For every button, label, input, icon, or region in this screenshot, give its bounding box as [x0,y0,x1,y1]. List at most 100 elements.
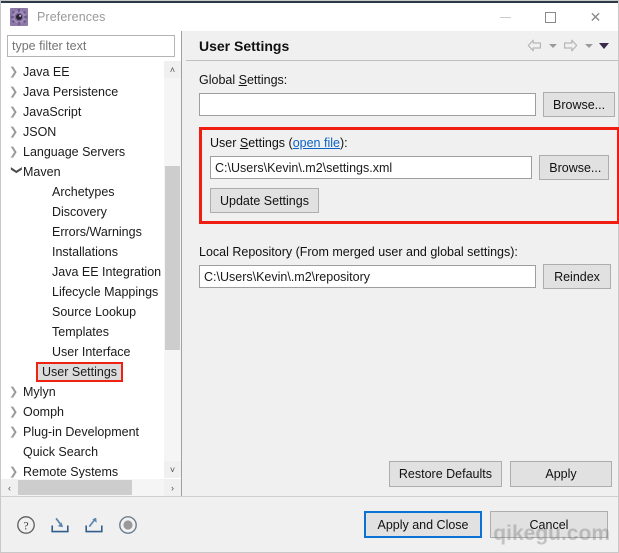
dialog-footer: ? Apply and Close Cancel qikegu.com [1,497,618,552]
user-settings-label-pre: User [210,136,240,150]
user-settings-label: User Settings (open file): [210,136,609,150]
import-icon[interactable] [49,514,71,536]
sidebar-item-discovery[interactable]: Discovery [1,202,163,222]
view-menu-icon[interactable] [597,36,610,55]
help-icon[interactable]: ? [15,514,37,536]
tree-horizontal-scrollbar[interactable]: ‹ › [1,478,181,496]
chevron-right-icon[interactable]: ❯ [9,426,23,438]
sidebar-item-java-persistence[interactable]: ❯ Java Persistence [1,82,163,102]
svg-text:?: ? [23,520,28,532]
scroll-up-icon[interactable]: ˄ [164,61,181,78]
horizontal-scroll-thumb[interactable] [18,480,132,495]
sidebar-item-label: Language Servers [23,145,126,159]
apply-and-close-button[interactable]: Apply and Close [364,511,482,538]
vertical-scroll-thumb[interactable] [165,166,180,350]
sidebar-item-label: Installations [52,245,119,259]
user-settings-row: Browse... [210,155,609,180]
chevron-right-icon[interactable]: ❯ [9,66,23,78]
sidebar-item-installations[interactable]: Installations [1,242,163,262]
sidebar-item-java-ee[interactable]: ❯ Java EE [1,62,163,82]
global-settings-input[interactable] [199,93,536,116]
local-repository-label: Local Repository (From merged user and g… [199,245,518,259]
export-icon[interactable] [83,514,105,536]
user-settings-browse-button[interactable]: Browse... [539,155,609,180]
chevron-right-icon[interactable]: ❯ [9,406,23,418]
cancel-button[interactable]: Cancel [490,511,608,538]
sidebar-item-templates[interactable]: Templates [1,322,163,342]
record-icon[interactable] [117,514,139,536]
scroll-left-icon[interactable]: ‹ [1,483,18,493]
footer-icon-group: ? [15,514,139,536]
open-file-link[interactable]: open file [293,136,340,150]
chevron-right-icon[interactable]: ❯ [9,126,23,138]
vertical-scroll-track[interactable] [164,78,181,461]
chevron-right-icon[interactable]: ❯ [9,106,23,118]
sidebar-item-language-servers[interactable]: ❯ Language Servers [1,142,163,162]
sidebar-item-json[interactable]: ❯ JSON [1,122,163,142]
sidebar-item-label: Mylyn [23,385,56,399]
page-header: User Settings [186,31,618,61]
sidebar-item-label: Oomph [23,405,64,419]
sidebar-item-quick-search[interactable]: Quick Search [1,442,163,462]
sidebar-item-oomph[interactable]: ❯ Oomph [1,402,163,422]
global-settings-browse-button[interactable]: Browse... [543,92,616,117]
sidebar-item-maven[interactable]: ❯ Maven [1,162,163,182]
horizontal-scroll-track[interactable] [18,479,164,496]
forward-arrow-icon[interactable] [561,36,580,55]
user-settings-input[interactable] [210,156,533,179]
tree-vertical-scrollbar[interactable]: ˄ ˅ [163,61,181,478]
sidebar-item-label: Remote Systems [23,465,119,478]
sidebar-item-java-ee-integration[interactable]: Java EE Integration [1,262,163,282]
chevron-right-icon[interactable]: ❯ [9,386,23,398]
search-input[interactable] [7,35,175,57]
chevron-right-icon[interactable]: ❯ [9,466,23,478]
sidebar-item-remote-systems[interactable]: ❯ Remote Systems [1,462,163,478]
minimize-icon[interactable] [483,2,528,32]
sidebar-item-archetypes[interactable]: Archetypes [1,182,163,202]
maximize-icon[interactable] [528,2,573,32]
chevron-right-icon[interactable]: ❯ [9,146,23,158]
sidebar-item-label: Archetypes [52,185,115,199]
local-repository-input[interactable] [199,265,536,288]
sidebar-item-plug-in-development[interactable]: ❯ Plug-in Development [1,422,163,442]
local-repository-group: Local Repository (From merged user and g… [199,245,619,289]
sidebar-item-label: Java Persistence [23,85,119,99]
apply-button[interactable]: Apply [510,461,612,487]
preference-page-pane: User Settings Global Settings: Browse...… [186,31,619,496]
close-icon[interactable]: ✕ [573,2,618,32]
page-action-buttons: Restore Defaults Apply [186,461,618,496]
sidebar-item-javascript[interactable]: ❯ JavaScript [1,102,163,122]
sidebar-item-label: JSON [23,125,57,139]
global-settings-label-post: ettings: [246,73,288,87]
sidebar-item-label: User Settings [36,362,124,382]
sidebar-item-user-interface[interactable]: User Interface [1,342,163,362]
preferences-gear-icon [10,8,28,26]
chevron-down-icon[interactable]: ❯ [11,165,23,179]
filter-container [1,31,181,61]
global-settings-group: Global Settings: Browse... [199,73,619,117]
back-arrow-icon[interactable] [525,36,544,55]
restore-defaults-button[interactable]: Restore Defaults [388,461,502,487]
sidebar-item-label: User Interface [52,345,131,359]
user-settings-group-highlight: User Settings (open file): Browse... Upd… [199,127,619,224]
sidebar-item-lifecycle-mappings[interactable]: Lifecycle Mappings [1,282,163,302]
page-body: Global Settings: Browse... User Settings… [186,61,619,461]
sidebar-item-source-lookup[interactable]: Source Lookup [1,302,163,322]
update-settings-button[interactable]: Update Settings [210,188,319,213]
sidebar-item-label: Lifecycle Mappings [52,285,159,299]
forward-dropdown-icon[interactable] [582,36,595,55]
chevron-right-icon[interactable]: ❯ [9,86,23,98]
window-controls: ✕ [483,2,618,32]
sidebar-item-label: Templates [52,325,109,339]
reindex-button[interactable]: Reindex [543,264,611,289]
scroll-right-icon[interactable]: › [164,483,181,493]
sidebar-item-user-settings[interactable]: User Settings [1,362,163,382]
sidebar-item-errors-warnings[interactable]: Errors/Warnings [1,222,163,242]
back-dropdown-icon[interactable] [546,36,559,55]
dialog-action-buttons: Apply and Close Cancel [364,511,608,538]
preference-tree[interactable]: ❯ Java EE ❯ Java Persistence ❯ JavaScript ❯ JSO… [1,61,163,478]
scroll-down-icon[interactable]: ˅ [164,461,181,478]
sidebar-item-mylyn[interactable]: ❯ Mylyn [1,382,163,402]
global-settings-row: Browse... [199,92,619,117]
sidebar-item-label: Java EE Integration [52,265,162,279]
